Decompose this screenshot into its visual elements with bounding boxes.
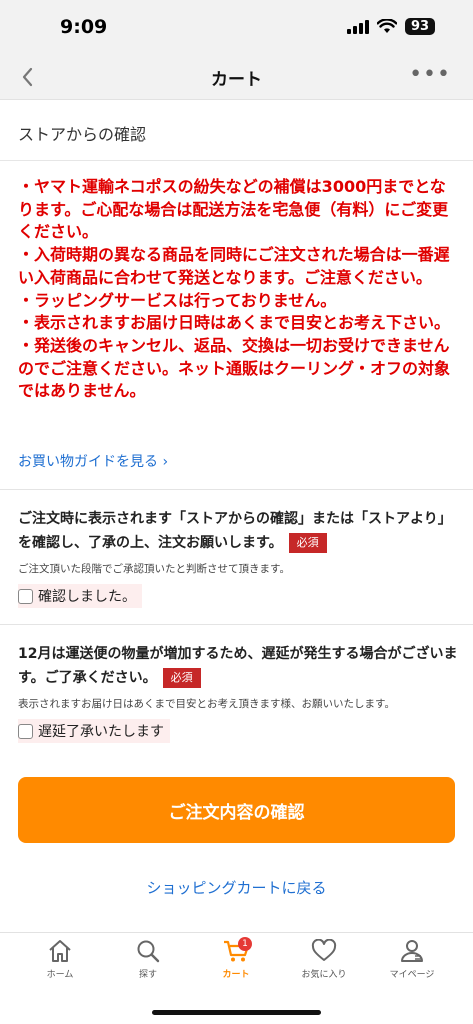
status-bar: 9:09 93 xyxy=(0,0,473,54)
home-indicator xyxy=(152,1010,321,1015)
tab-label: カート xyxy=(222,970,250,980)
cart-count-badge: 1 xyxy=(238,937,252,951)
home-icon xyxy=(49,940,71,962)
user-icon xyxy=(401,940,423,962)
tab-label: 探す xyxy=(138,970,157,980)
confirm-subtext: 表示されますお届け日はあくまで目安とお考え頂きます様、お願いいたします。 xyxy=(18,698,395,710)
section-title: ストアからの確認 xyxy=(18,125,147,144)
tab-label: マイページ xyxy=(389,970,435,980)
store-notice: ・ヤマト運輸ネコポスの紛失などの補償は3000円までとなります。ご心配な場合は配… xyxy=(18,176,458,403)
more-options-icon[interactable]: ••• xyxy=(409,62,451,87)
confirm-subtext: ご注文頂いた段階でご承認頂いたと判断させて頂きます。 xyxy=(18,563,290,575)
confirm-store-notice: ご注文時に表示されます「ストアからの確認」または「ストアより」を確認し、了承の上… xyxy=(18,507,458,608)
notice-line: ・入荷時期の異なる商品を同時にご注文された場合は一番遅い入荷商品に合わせて発送と… xyxy=(18,245,450,287)
confirm-checkbox[interactable] xyxy=(18,588,33,604)
tab-home[interactable]: ホーム xyxy=(20,939,100,980)
confirm-question: ご注文時に表示されます「ストアからの確認」または「ストアより」を確認し、了承の上… xyxy=(18,511,452,551)
battery-indicator: 93 xyxy=(405,18,435,35)
nav-bar: カート ••• xyxy=(0,54,473,100)
checkbox-label: 確認しました。 xyxy=(38,589,136,605)
required-badge: 必須 xyxy=(288,533,327,553)
section-header: ストアからの確認 xyxy=(0,101,473,161)
confirm-checkbox-row[interactable]: 確認しました。 xyxy=(18,584,142,608)
tab-search[interactable]: 探す xyxy=(108,939,188,980)
shopping-guide-link[interactable]: お買い物ガイドを見る › xyxy=(18,451,168,471)
divider xyxy=(0,624,473,625)
divider xyxy=(0,489,473,490)
notice-line: ・表示されますお届け日時はあくまで目安とお考え下さい。 xyxy=(18,313,451,333)
tab-label: ホーム xyxy=(46,970,74,980)
notice-line: ・ヤマト運輸ネコポスの紛失などの補償は3000円までとなります。ご心配な場合は配… xyxy=(18,177,449,242)
checkbox-label: 遅延了承いたします xyxy=(38,724,164,740)
confirm-delay-notice: 12月は運送便の物量が増加するため、遅延が発生する場合がございます。ご了承くださ… xyxy=(18,642,458,743)
notice-line: ・発送後のキャンセル、返品、交換は一切お受けできませんのでご注意ください。ネット… xyxy=(18,335,451,401)
delay-checkbox[interactable] xyxy=(18,723,33,739)
delay-checkbox-row[interactable]: 遅延了承いたします xyxy=(18,719,170,743)
back-to-cart-link[interactable]: ショッピングカートに戻る xyxy=(0,877,473,898)
confirm-text: 12月は運送便の物量が増加するため、遅延が発生する場合がございます。ご了承くださ… xyxy=(18,642,458,690)
notice-line: ・ラッピングサービスは行っておりません。 xyxy=(18,290,337,310)
tab-label: お気に入り xyxy=(301,970,347,980)
tab-cart[interactable]: 1 カート xyxy=(196,937,276,980)
tab-favorites[interactable]: お気に入り xyxy=(284,939,364,980)
status-time: 9:09 xyxy=(60,16,108,38)
signal-icon xyxy=(347,19,369,34)
page-title: カート xyxy=(211,70,262,90)
tab-mypage[interactable]: マイページ xyxy=(372,939,452,980)
required-badge: 必須 xyxy=(162,668,201,688)
wifi-icon xyxy=(377,19,397,33)
status-indicators: 93 xyxy=(347,18,435,35)
confirm-order-button[interactable]: ご注文内容の確認 xyxy=(18,777,455,843)
confirm-question: 12月は運送便の物量が増加するため、遅延が発生する場合がございます。ご了承くださ… xyxy=(18,646,458,686)
search-icon xyxy=(137,940,160,963)
confirm-text: ご注文時に表示されます「ストアからの確認」または「ストアより」を確認し、了承の上… xyxy=(18,507,458,555)
heart-icon xyxy=(311,939,337,961)
